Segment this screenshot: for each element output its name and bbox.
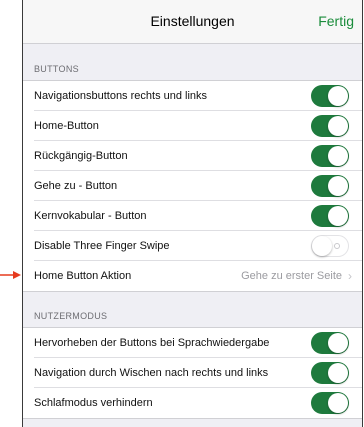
highlight-buttons-toggle[interactable] — [311, 332, 349, 354]
row-label: Gehe zu - Button — [34, 180, 118, 192]
disable-three-finger-swipe-toggle[interactable] — [311, 235, 349, 257]
toggle-knob — [328, 333, 348, 353]
setting-row-goto-button: Gehe zu - Button — [23, 171, 362, 201]
row-label: Home-Button — [34, 120, 99, 132]
undo-button-toggle[interactable] — [311, 145, 349, 167]
row-label: Schlafmodus verhindern — [34, 397, 153, 409]
row-label: Navigation durch Wischen nach rechts und… — [34, 367, 269, 379]
navigation-buttons-toggle[interactable] — [311, 85, 349, 107]
row-label: Disable Three Finger Swipe — [34, 240, 170, 252]
toggle-knob — [328, 363, 348, 383]
buttons-group: Navigationsbuttons rechts und links Home… — [23, 80, 362, 292]
toggle-knob — [328, 116, 348, 136]
done-button[interactable]: Fertig — [318, 13, 354, 29]
user-mode-group: Hervorheben der Buttons bei Sprachwieder… — [23, 327, 362, 419]
setting-row-undo-button: Rückgängig-Button — [23, 141, 362, 171]
core-vocabulary-button-toggle[interactable] — [311, 205, 349, 227]
setting-row-disable-three-finger-swipe: Disable Three Finger Swipe — [23, 231, 362, 261]
row-label: Home Button Aktion — [34, 270, 132, 282]
toggle-off-indicator — [334, 243, 340, 249]
prevent-sleep-toggle[interactable] — [311, 392, 349, 414]
toggle-knob — [328, 146, 348, 166]
setting-row-prevent-sleep: Schlafmodus verhindern — [23, 388, 362, 418]
toggle-knob — [312, 236, 332, 256]
setting-row-swipe-navigation: Navigation durch Wischen nach rechts und… — [23, 358, 362, 388]
home-button-action-value: Gehe zu erster Seite › — [241, 269, 352, 283]
chevron-right-icon: › — [348, 269, 352, 283]
section-title: NUTZERMODUS — [34, 311, 108, 321]
setting-row-navigation-buttons: Navigationsbuttons rechts und links — [23, 81, 362, 111]
row-label: Kernvokabular - Button — [34, 210, 147, 222]
red-arrow-pointer-icon — [0, 271, 21, 279]
section-header-buttons: BUTTONS — [23, 44, 362, 80]
section-header-user-mode: NUTZERMODUS — [23, 292, 362, 327]
row-label: Hervorheben der Buttons bei Sprachwieder… — [34, 337, 270, 349]
setting-row-home-button-action[interactable]: Home Button Aktion Gehe zu erster Seite … — [23, 261, 362, 291]
toggle-knob — [328, 86, 348, 106]
swipe-navigation-toggle[interactable] — [311, 362, 349, 384]
navigation-bar: Einstellungen Fertig — [23, 0, 362, 44]
row-label: Rückgängig-Button — [34, 150, 128, 162]
setting-row-home-button: Home-Button — [23, 111, 362, 141]
toggle-knob — [328, 393, 348, 413]
home-button-toggle[interactable] — [311, 115, 349, 137]
detail-value: Gehe zu erster Seite — [241, 270, 342, 282]
row-label: Navigationsbuttons rechts und links — [34, 90, 208, 102]
section-title: BUTTONS — [34, 64, 79, 74]
setting-row-core-vocabulary-button: Kernvokabular - Button — [23, 201, 362, 231]
settings-window: Einstellungen Fertig BUTTONS Navigations… — [22, 0, 363, 427]
setting-row-highlight-buttons: Hervorheben der Buttons bei Sprachwieder… — [23, 328, 362, 358]
toggle-knob — [328, 206, 348, 226]
toggle-knob — [328, 176, 348, 196]
goto-button-toggle[interactable] — [311, 175, 349, 197]
page-title: Einstellungen — [150, 13, 235, 29]
